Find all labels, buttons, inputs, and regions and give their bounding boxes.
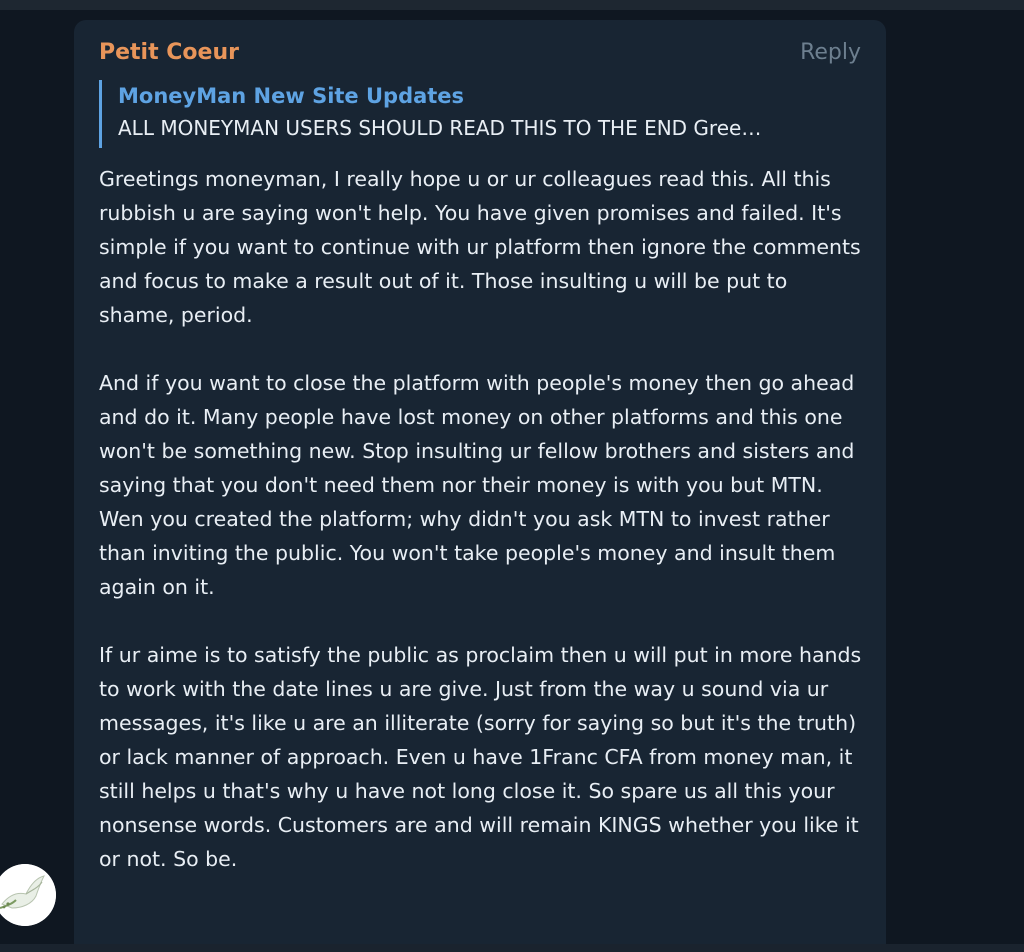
message-bubble[interactable]: Petit Coeur Reply MoneyMan New Site Upda… xyxy=(74,20,886,952)
chat-view: Petit Coeur Reply MoneyMan New Site Upda… xyxy=(0,0,1024,952)
sender-name[interactable]: Petit Coeur xyxy=(99,40,239,66)
composer-edge xyxy=(0,944,1024,952)
message-text: Greetings moneyman, I really hope u or u… xyxy=(99,162,864,910)
quoted-message-title: MoneyMan New Site Updates xyxy=(118,84,465,108)
quoted-message-text: ALL MONEYMAN USERS SHOULD READ THIS TO T… xyxy=(118,116,762,140)
message-paragraph: And if you want to close the platform wi… xyxy=(99,371,855,599)
top-divider xyxy=(0,0,1024,10)
message-paragraph: If ur aime is to satisfy the public as p… xyxy=(99,643,862,871)
avatar[interactable] xyxy=(0,864,56,926)
dove-icon xyxy=(0,864,56,926)
reply-button[interactable]: Reply xyxy=(800,40,861,66)
quoted-message[interactable]: MoneyMan New Site Updates ALL MONEYMAN U… xyxy=(99,80,859,148)
message-paragraph: Greetings moneyman, I really hope u or u… xyxy=(99,167,861,327)
